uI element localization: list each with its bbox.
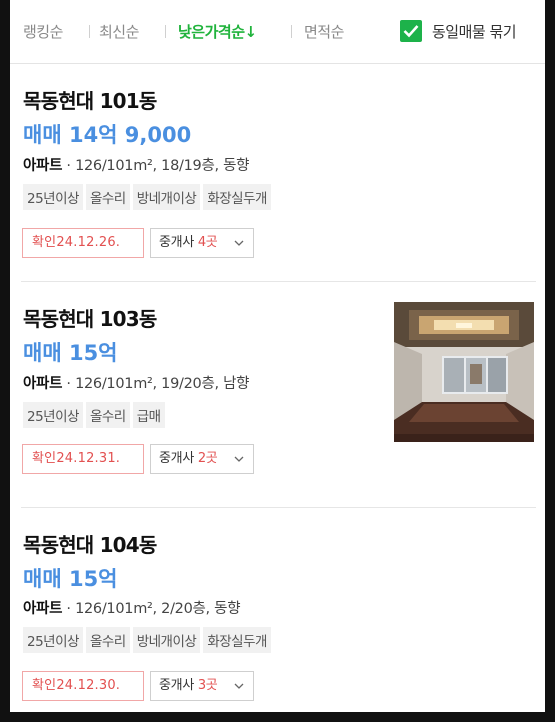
feature-tag: 화장실두개: [203, 627, 271, 653]
listing-title: 목동현대 101동: [23, 89, 157, 113]
feature-tag: 올수리: [85, 627, 130, 653]
chevron-down-icon: [234, 240, 244, 246]
listing-info: 아파트 · 126/101m², 2/20층, 동향: [23, 601, 241, 617]
listing-item[interactable]: 목동현대 101동 매매 14억 9,000 아파트 · 126/101m², …: [10, 64, 545, 281]
feature-tag: 방네개이상: [132, 184, 201, 210]
sort-separator: [89, 25, 90, 38]
agents-label: 중개사: [159, 235, 194, 250]
confirm-date-badge: 확인24.12.30.: [22, 671, 144, 701]
group-same-listings-label: 동일매물 묶기: [432, 23, 517, 41]
agents-dropdown[interactable]: 중개사 4곳: [150, 228, 254, 258]
confirm-date-badge: 확인24.12.31.: [22, 444, 144, 474]
tag-list: 25년이상 올수리 방네개이상 화장실두개: [23, 627, 274, 653]
sort-latest[interactable]: 최신순: [99, 21, 139, 42]
checkbox-checked[interactable]: [400, 20, 422, 42]
property-detail: 126/101m², 18/19층, 동향: [75, 158, 250, 174]
feature-tag: 25년이상: [23, 402, 83, 428]
listing-item[interactable]: 목동현대 104동 매매 15억 아파트 · 126/101m², 2/20층,…: [10, 508, 545, 712]
agents-dropdown[interactable]: 중개사 3곳: [150, 671, 254, 701]
listing-panel: 랭킹순 최신순 낮은가격순↓ 면적순 동일매물 묶기 목동현대 101동 매매 …: [10, 0, 545, 712]
sort-lowest-price[interactable]: 낮은가격순↓: [178, 21, 257, 42]
property-type: 아파트: [23, 601, 63, 617]
agents-count: 3곳: [197, 678, 218, 693]
listing-price: 매매 15억: [23, 567, 118, 591]
agents-count: 2곳: [197, 451, 218, 466]
tag-list: 25년이상 올수리 방네개이상 화장실두개: [23, 184, 274, 210]
feature-tag: 25년이상: [23, 627, 83, 653]
chevron-down-icon: [234, 456, 244, 462]
listing-photo[interactable]: [394, 302, 534, 442]
agents-label: 중개사: [159, 678, 194, 693]
property-type: 아파트: [23, 376, 63, 392]
listing-info: 아파트 · 126/101m², 18/19층, 동향: [23, 158, 250, 174]
sort-bar: 랭킹순 최신순 낮은가격순↓ 면적순 동일매물 묶기: [10, 0, 545, 64]
sort-separator: [291, 25, 292, 38]
feature-tag: 화장실두개: [203, 184, 271, 210]
agents-label: 중개사: [159, 451, 194, 466]
listing-title: 목동현대 104동: [23, 533, 157, 557]
confirm-date-badge: 확인24.12.26.: [22, 228, 144, 258]
property-detail: 126/101m², 19/20층, 남향: [75, 376, 250, 392]
feature-tag: 급매: [132, 402, 165, 428]
listing-price: 매매 15억: [23, 341, 118, 365]
tag-list: 25년이상 올수리 급매: [23, 402, 168, 428]
listing-item[interactable]: 목동현대 103동 매매 15억 아파트 · 126/101m², 19/20층…: [10, 282, 545, 508]
listing-title: 목동현대 103동: [23, 307, 157, 331]
sort-area[interactable]: 면적순: [304, 21, 344, 42]
room-photo-image: [394, 302, 534, 442]
feature-tag: 25년이상: [23, 184, 83, 210]
feature-tag: 방네개이상: [132, 627, 201, 653]
feature-tag: 올수리: [85, 184, 130, 210]
feature-tag: 올수리: [85, 402, 130, 428]
property-detail: 126/101m², 2/20층, 동향: [75, 601, 241, 617]
chevron-down-icon: [234, 683, 244, 689]
agents-dropdown[interactable]: 중개사 2곳: [150, 444, 254, 474]
agents-count: 4곳: [197, 235, 218, 250]
property-type: 아파트: [23, 158, 63, 174]
listing-price: 매매 14억 9,000: [23, 123, 192, 147]
sort-separator: [165, 25, 166, 38]
checkmark-icon: [403, 25, 419, 38]
listing-info: 아파트 · 126/101m², 19/20층, 남향: [23, 376, 250, 392]
sort-ranking[interactable]: 랭킹순: [23, 21, 63, 42]
